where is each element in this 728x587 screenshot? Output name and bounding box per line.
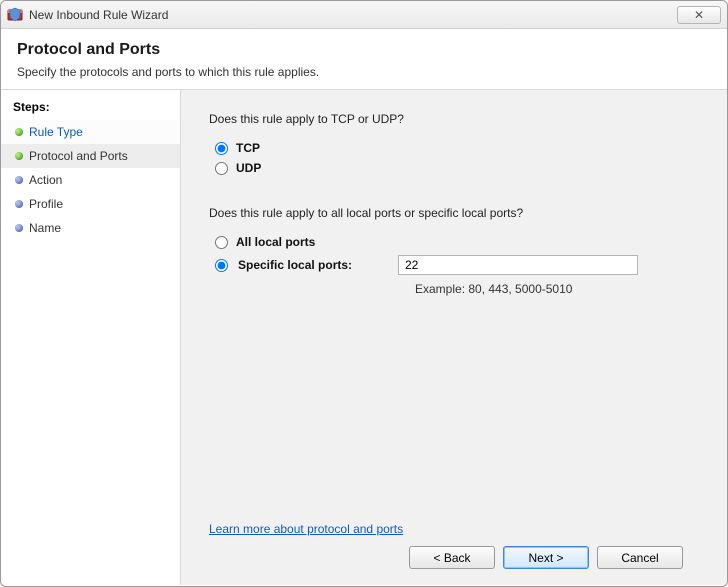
radio-tcp[interactable]: TCP	[215, 138, 699, 158]
main-panel: Does this rule apply to TCP or UDP? TCP …	[181, 90, 727, 585]
close-icon: ✕	[694, 8, 704, 22]
bullet-icon	[15, 152, 23, 160]
page-title: Protocol and Ports	[17, 41, 711, 59]
radio-specific-ports-row: Specific local ports:	[215, 252, 699, 278]
specific-ports-input[interactable]	[398, 255, 638, 275]
step-label: Name	[29, 221, 61, 235]
radio-udp[interactable]: UDP	[215, 158, 699, 178]
bullet-icon	[15, 224, 23, 232]
radio-udp-label: UDP	[236, 161, 261, 175]
firewall-icon	[7, 7, 23, 23]
step-profile[interactable]: Profile	[1, 192, 180, 216]
ports-example: Example: 80, 443, 5000-5010	[415, 282, 699, 296]
bullet-icon	[15, 200, 23, 208]
steps-heading: Steps:	[1, 96, 180, 120]
body: Steps: Rule Type Protocol and Ports Acti…	[1, 90, 727, 585]
step-label: Profile	[29, 197, 63, 211]
footer-buttons: < Back Next > Cancel	[209, 536, 699, 569]
radio-all-ports-label: All local ports	[236, 235, 315, 249]
cancel-button[interactable]: Cancel	[597, 546, 683, 569]
protocol-radio-group: TCP UDP	[215, 138, 699, 178]
wizard-window: New Inbound Rule Wizard ✕ Protocol and P…	[0, 0, 728, 587]
step-name[interactable]: Name	[1, 216, 180, 240]
step-label: Rule Type	[29, 125, 83, 139]
steps-sidebar: Steps: Rule Type Protocol and Ports Acti…	[1, 90, 181, 585]
header: Protocol and Ports Specify the protocols…	[1, 29, 727, 90]
next-button[interactable]: Next >	[503, 546, 589, 569]
protocol-question: Does this rule apply to TCP or UDP?	[209, 112, 699, 126]
radio-udp-input[interactable]	[215, 162, 228, 175]
radio-tcp-label: TCP	[236, 141, 260, 155]
learn-more-link[interactable]: Learn more about protocol and ports	[209, 522, 699, 536]
step-action[interactable]: Action	[1, 168, 180, 192]
window-title: New Inbound Rule Wizard	[29, 8, 168, 22]
radio-all-ports[interactable]: All local ports	[215, 232, 699, 252]
radio-specific-ports-input[interactable]	[215, 259, 228, 272]
bullet-icon	[15, 176, 23, 184]
radio-tcp-input[interactable]	[215, 142, 228, 155]
step-protocol-and-ports[interactable]: Protocol and Ports	[1, 144, 180, 168]
step-label: Protocol and Ports	[29, 149, 128, 163]
titlebar: New Inbound Rule Wizard ✕	[1, 1, 727, 29]
bullet-icon	[15, 128, 23, 136]
step-rule-type[interactable]: Rule Type	[1, 120, 180, 144]
port-radio-group: All local ports Specific local ports: Ex…	[215, 232, 699, 296]
back-button[interactable]: < Back	[409, 546, 495, 569]
radio-specific-ports-label: Specific local ports:	[238, 258, 388, 272]
step-label: Action	[29, 173, 62, 187]
radio-all-ports-input[interactable]	[215, 236, 228, 249]
page-subtitle: Specify the protocols and ports to which…	[17, 65, 711, 79]
close-button[interactable]: ✕	[677, 6, 721, 24]
port-question: Does this rule apply to all local ports …	[209, 206, 699, 220]
